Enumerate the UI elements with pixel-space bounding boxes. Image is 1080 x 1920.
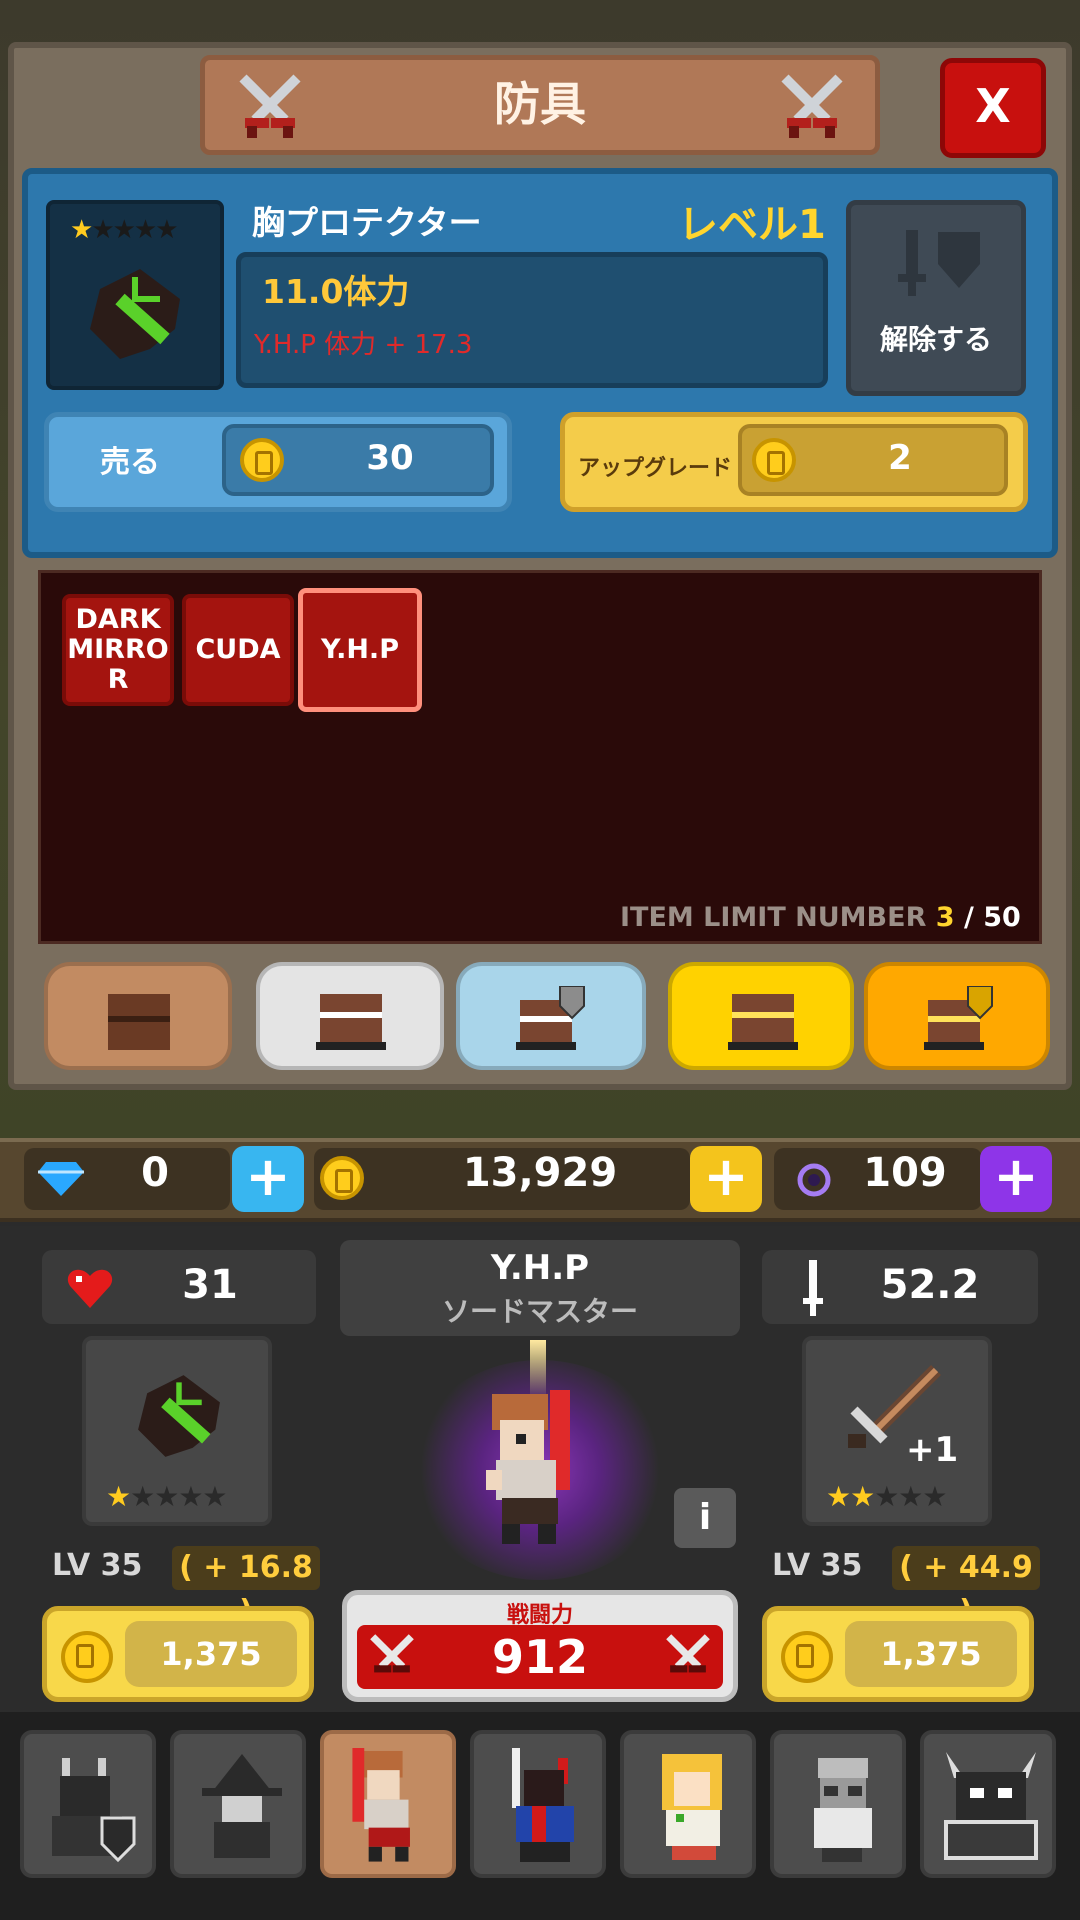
item-limit-current: 3 [935,902,955,933]
upgrade-weapon-button[interactable]: 1,375 [762,1606,1034,1702]
orb-count: 109 [863,1150,947,1196]
unequip-button-label: 解除する [879,323,992,356]
combat-power-panel: 戦闘力 912 [342,1590,738,1702]
crossed-swords-icon [666,1634,710,1673]
item-limit-counter: ITEM LIMIT NUMBER 3 / 50 [620,902,1021,933]
sell-button-label: 売る [100,445,160,480]
sell-price: 30 [366,438,414,478]
armor-stars: ★★★★★ [106,1480,228,1513]
add-orbs-button[interactable]: + [980,1146,1052,1212]
inventory-item-label: CUDA [195,634,281,665]
wizard-portrait-icon [202,1754,282,1858]
inventory-item-label: Y.H.P [321,634,399,665]
upgrade-armor-button[interactable]: 1,375 [42,1606,314,1702]
upgrade-price: 2 [888,438,912,478]
armor-slot[interactable]: ★★★★★ [82,1336,272,1526]
add-gems-button[interactable]: + [232,1146,304,1212]
chest-icon [316,994,386,1050]
upgrade-button-label: アップグレード [578,456,733,481]
weapon-level: LV 35 [772,1548,863,1583]
hero-name: Y.H.P [490,1248,590,1288]
chest-shield-icon [924,986,993,1050]
upgrade-armor-cost: 1,375 [125,1621,297,1687]
scientist-portrait-icon [814,1758,872,1862]
crossed-swords-icon [781,74,843,138]
item-name: 胸プロテクター [252,203,482,242]
gold-coin-icon [781,1631,833,1683]
inventory-item-selected[interactable]: Y.H.P [298,588,422,712]
filter-tab-epic[interactable] [668,962,854,1070]
item-stat-main: 11.0体力 [262,272,410,311]
weapon-slot[interactable]: +1 ★★★★★ [802,1336,992,1526]
hero-tab-paladin[interactable] [20,1730,156,1878]
filter-tab-legendary[interactable] [864,962,1050,1070]
demon-portrait-icon [944,1752,1038,1860]
weapon-bonus: ( + 44.9 ) [892,1546,1040,1629]
diamond-icon [38,1162,84,1196]
swordmaster-portrait-icon [352,1748,410,1862]
crossed-swords-icon [370,1634,414,1673]
gold-coin-icon [61,1631,113,1683]
hero-info-label: i [698,1497,712,1538]
weapon-upgrade-level: +1 [906,1430,959,1470]
paladin-portrait-icon [52,1758,136,1863]
priestess-portrait-icon [662,1754,722,1860]
hero-tab-demon[interactable] [920,1730,1056,1878]
purple-orb-icon [797,1163,831,1197]
upgrade-weapon-cost: 1,375 [845,1621,1017,1687]
item-limit-label: ITEM LIMIT NUMBER [620,902,927,933]
gold-coin-icon [240,438,284,482]
filter-tab-all[interactable] [44,962,232,1070]
crossed-swords-icon [239,74,301,138]
chest-icon [108,994,170,1050]
hero-class: ソードマスター [441,1295,638,1328]
filter-tab-common[interactable] [256,962,444,1070]
armor-level: LV 35 [52,1548,143,1583]
inventory-item-label: DARK MIRRO R [67,604,169,695]
sword-shield-icon [898,230,980,296]
gold-coin-icon [752,438,796,482]
chest-shield-icon [516,986,585,1050]
inventory-item[interactable]: DARK MIRRO R [62,594,174,706]
chest-protector-icon [138,1375,220,1457]
gem-count: 0 [141,1150,169,1196]
chest-icon [728,994,798,1050]
item-rarity-stars: ★★★★★ [70,215,179,245]
filter-tab-rare[interactable] [456,962,646,1070]
hero-tab-scientist[interactable] [770,1730,906,1878]
weapon-stars: ★★★★★ [826,1480,948,1513]
gold-coin-icon [320,1156,364,1200]
hero-tab-wizard[interactable] [170,1730,306,1878]
item-stat-bonus: Y.H.P 体力 + 17.3 [254,330,473,360]
inventory-item[interactable]: CUDA [182,594,294,706]
hero-character [486,1390,570,1544]
heart-icon [67,1269,113,1308]
hp-value: 31 [182,1262,238,1308]
knight-portrait-icon [512,1748,574,1862]
sword-icon [803,1260,823,1316]
add-gold-button[interactable]: + [690,1146,762,1212]
close-button[interactable]: X [940,58,1046,158]
hero-tab-knight[interactable] [470,1730,606,1878]
gold-count: 13,929 [462,1150,618,1196]
hero-tab-priestess[interactable] [620,1730,756,1878]
hero-info-button[interactable]: i [674,1488,736,1548]
popup-title: 防具 [494,77,586,131]
close-button-label: X [975,79,1011,133]
hero-tab-swordmaster[interactable] [320,1730,456,1878]
unequip-button[interactable] [846,200,1026,396]
armor-bonus: ( + 16.8 ) [172,1546,320,1629]
chest-protector-icon [90,269,180,359]
item-limit-max: / 50 [963,902,1021,933]
item-level: レベル1 [678,202,826,248]
attack-value: 52.2 [880,1262,980,1308]
